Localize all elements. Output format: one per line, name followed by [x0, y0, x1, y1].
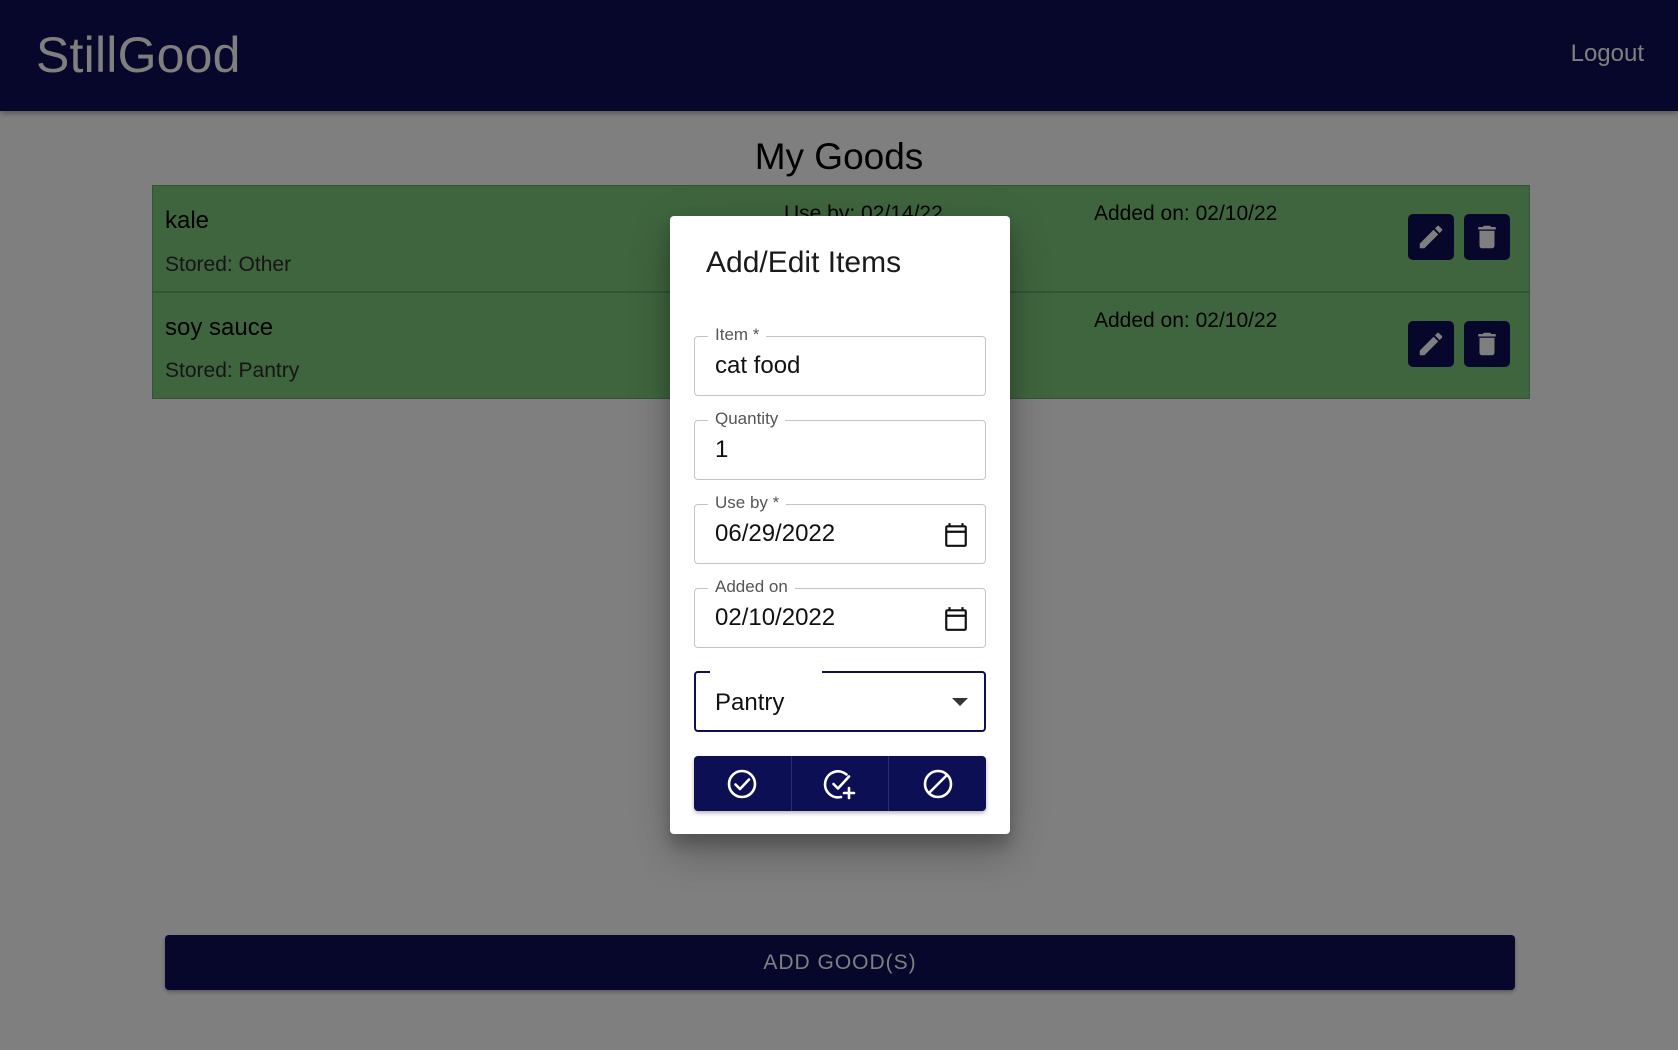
calendar-icon[interactable]	[943, 605, 969, 633]
added-on-field-label: Added on	[708, 577, 795, 597]
item-field-label: Item *	[708, 325, 767, 345]
dialog-action-group	[694, 756, 986, 811]
save-and-add-button[interactable]	[790, 756, 889, 811]
select-label-notch	[710, 670, 822, 675]
cancel-button[interactable]	[888, 756, 986, 811]
item-field-value[interactable]: cat food	[715, 352, 800, 380]
cancel-icon	[923, 769, 952, 798]
item-field[interactable]: Item * cat food	[694, 325, 986, 396]
use-by-field-value[interactable]: 06/29/2022	[715, 520, 835, 548]
check-circle-icon	[728, 769, 757, 798]
check-circle-plus-icon	[823, 769, 856, 799]
calendar-icon[interactable]	[943, 521, 969, 549]
save-button[interactable]	[694, 756, 791, 811]
dialog-title: Add/Edit Items	[706, 246, 902, 279]
use-by-field-label: Use by *	[708, 493, 787, 513]
use-by-date-field[interactable]: Use by * 06/29/2022	[694, 493, 986, 564]
page: StillGood Logout My Goods kale Stored: O…	[0, 0, 1678, 1050]
quantity-field[interactable]: Quantity 1	[694, 409, 986, 480]
storage-select[interactable]: Pantry	[694, 670, 986, 732]
dropdown-arrow-icon	[952, 698, 968, 706]
added-on-field-value[interactable]: 02/10/2022	[715, 604, 835, 632]
quantity-field-value[interactable]: 1	[715, 436, 728, 464]
added-on-date-field[interactable]: Added on 02/10/2022	[694, 577, 986, 648]
quantity-field-label: Quantity	[708, 409, 786, 429]
add-edit-dialog: Add/Edit Items Item * cat food Quantity …	[670, 216, 1010, 834]
storage-select-value: Pantry	[715, 689, 785, 716]
